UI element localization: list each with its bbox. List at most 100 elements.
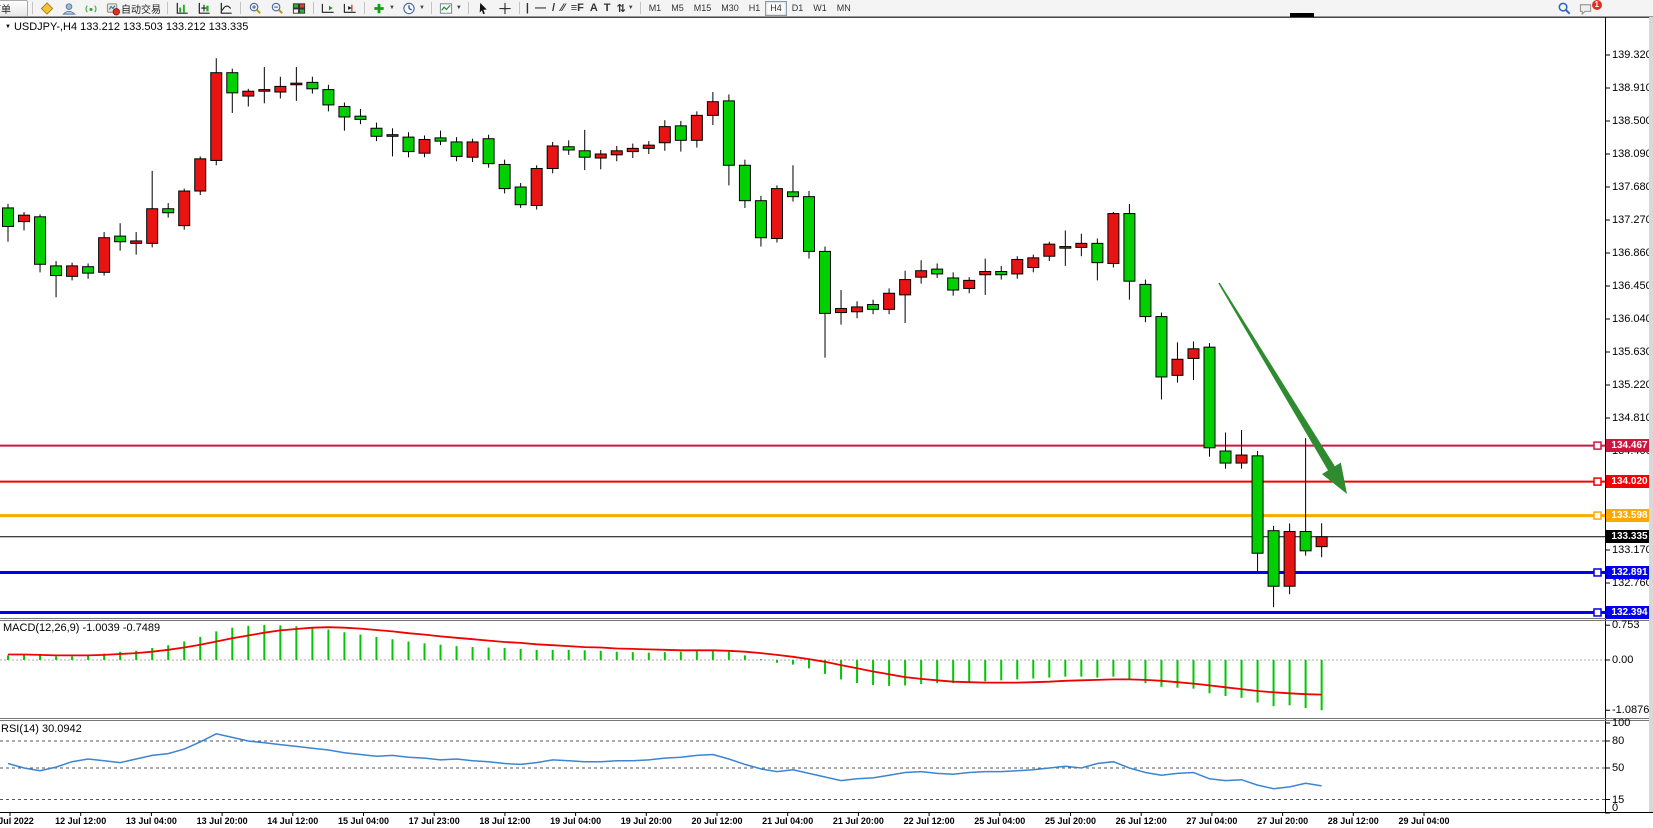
- one-click-trading-arrow-icon[interactable]: ▼: [5, 24, 11, 30]
- line-handle[interactable]: [1594, 512, 1601, 519]
- candle-body: [611, 151, 622, 155]
- macd-pane: [8, 625, 1322, 710]
- price-axis-label: 137.270: [1612, 214, 1652, 226]
- line-handle[interactable]: [1594, 609, 1601, 616]
- notifications-icon[interactable]: 1: [1576, 1, 1596, 16]
- zoom-out-icon[interactable]: [267, 1, 287, 16]
- candle-body: [723, 101, 734, 165]
- separator: [364, 2, 365, 14]
- price-lines[interactable]: [0, 446, 1605, 613]
- crosshair-button[interactable]: [495, 1, 515, 16]
- chart-type-button[interactable]: ▼: [436, 1, 464, 16]
- candle-body: [451, 142, 462, 156]
- auto-scroll-icon[interactable]: [318, 1, 338, 16]
- candle-body: [419, 140, 430, 154]
- separator: [313, 2, 314, 14]
- time-axis-label: 19 Jul 20:00: [621, 816, 672, 826]
- rsi-axis-label: 100: [1612, 717, 1630, 729]
- candle-body: [1172, 359, 1183, 375]
- candle-body: [35, 217, 46, 264]
- separator: [640, 2, 641, 14]
- candle-body: [483, 139, 494, 164]
- tile-windows-icon[interactable]: [289, 1, 309, 16]
- price-badge-134.467: 134.467: [1606, 439, 1653, 452]
- chart-title-text: USDJPY-,H4 133.212 133.503 133.212 133.3…: [14, 21, 248, 33]
- candle-body: [531, 168, 542, 205]
- macd-signal-line: [8, 627, 1322, 694]
- trendline-button[interactable]: /: [550, 1, 557, 16]
- line-handle[interactable]: [1594, 569, 1601, 576]
- chart-title: ▼USDJPY-,H4 133.212 133.503 133.212 133.…: [5, 21, 248, 33]
- candle-body: [243, 91, 254, 96]
- candle-body: [820, 251, 831, 313]
- price-axis-label: 137.680: [1612, 181, 1652, 193]
- line-handle[interactable]: [1594, 478, 1601, 485]
- time-axis-label: 18 Jul 12:00: [479, 816, 530, 826]
- autotrading-button[interactable]: 自动交易: [103, 1, 163, 16]
- candle-body: [435, 138, 446, 141]
- price-axis-label: 136.450: [1612, 280, 1652, 292]
- candle-body: [371, 128, 382, 136]
- signals-icon[interactable]: [81, 1, 101, 16]
- candle-body: [1316, 537, 1327, 547]
- time-axis-label: 26 Jul 12:00: [1116, 816, 1167, 826]
- chevron-down-icon: ▼: [628, 5, 634, 11]
- candle-body: [275, 86, 286, 92]
- new-order-label: 订单: [0, 1, 11, 16]
- arrows-button[interactable]: ⇅▼: [615, 1, 636, 16]
- label-button[interactable]: T: [602, 1, 613, 16]
- chevron-down-icon: ▼: [389, 5, 395, 11]
- price-badge-134.020: 134.020: [1606, 475, 1653, 488]
- horizontal-line-button[interactable]: —: [533, 1, 548, 16]
- macd-label: MACD(12,26,9) -1.0039 -0.7489: [3, 622, 160, 634]
- timeframe-mn-button[interactable]: MN: [832, 1, 856, 16]
- fibonacci-button[interactable]: ≡F: [569, 1, 586, 16]
- time-axis-label: 14 Jul 12:00: [267, 816, 318, 826]
- timeframe-h4-button[interactable]: H4: [765, 1, 787, 16]
- new-order-button[interactable]: 订单: [0, 0, 28, 17]
- timeframe-m5-button[interactable]: M5: [666, 1, 689, 16]
- profile-icon[interactable]: [59, 1, 79, 16]
- macd-axis-label: -1.0876: [1612, 704, 1649, 716]
- candle-body: [1076, 243, 1087, 247]
- market-watch-icon[interactable]: [172, 1, 192, 16]
- candle-body: [771, 189, 782, 239]
- cursor-button[interactable]: [473, 1, 493, 16]
- timeframe-d1-button[interactable]: D1: [787, 1, 809, 16]
- search-icon[interactable]: [1554, 1, 1574, 16]
- chart-shift-icon[interactable]: [340, 1, 360, 16]
- candle-body: [99, 238, 110, 273]
- periods-button[interactable]: ▼: [399, 1, 427, 16]
- data-window-icon[interactable]: [194, 1, 214, 16]
- text-button[interactable]: A: [588, 1, 600, 16]
- line-handle[interactable]: [1594, 442, 1601, 449]
- chart-canvas[interactable]: [0, 17, 1653, 828]
- equidistant-channel-button[interactable]: ⁄⁄: [559, 1, 567, 16]
- time-axis-label: 13 Jul 04:00: [126, 816, 177, 826]
- rsi-axis-label: 0: [1612, 802, 1618, 814]
- rsi-axis-label: 80: [1612, 735, 1624, 747]
- timeframe-m1-button[interactable]: M1: [644, 1, 667, 16]
- timeframe-w1-button[interactable]: W1: [808, 1, 832, 16]
- timeframe-m15-button[interactable]: M15: [689, 1, 717, 16]
- timeframe-m30-button[interactable]: M30: [716, 1, 744, 16]
- chevron-down-icon: ▼: [419, 5, 425, 11]
- timeframe-h1-button[interactable]: H1: [744, 1, 766, 16]
- candle-body: [627, 148, 638, 151]
- time-axis-label: 27 Jul 20:00: [1257, 816, 1308, 826]
- zoom-in-icon[interactable]: [245, 1, 265, 16]
- candle-body: [755, 201, 766, 238]
- candle-body: [675, 126, 686, 140]
- indicators-button[interactable]: ▼: [369, 1, 397, 16]
- vertical-line-button[interactable]: |: [524, 1, 531, 16]
- navigator-icon[interactable]: [216, 1, 236, 16]
- timeframe-bar: M1M5M15M30H1H4D1W1MN: [644, 1, 856, 16]
- diamond-icon[interactable]: [37, 1, 57, 16]
- price-axis-label: 138.500: [1612, 115, 1652, 127]
- candle-body: [1028, 258, 1039, 268]
- candle-body: [211, 73, 222, 161]
- macd-axis-label: 0.00: [1612, 654, 1633, 666]
- toolbar-right: 1: [1553, 1, 1597, 16]
- time-axis-label: 28 Jul 12:00: [1328, 816, 1379, 826]
- chart-window: ▼USDJPY-,H4 133.212 133.503 133.212 133.…: [0, 17, 1653, 828]
